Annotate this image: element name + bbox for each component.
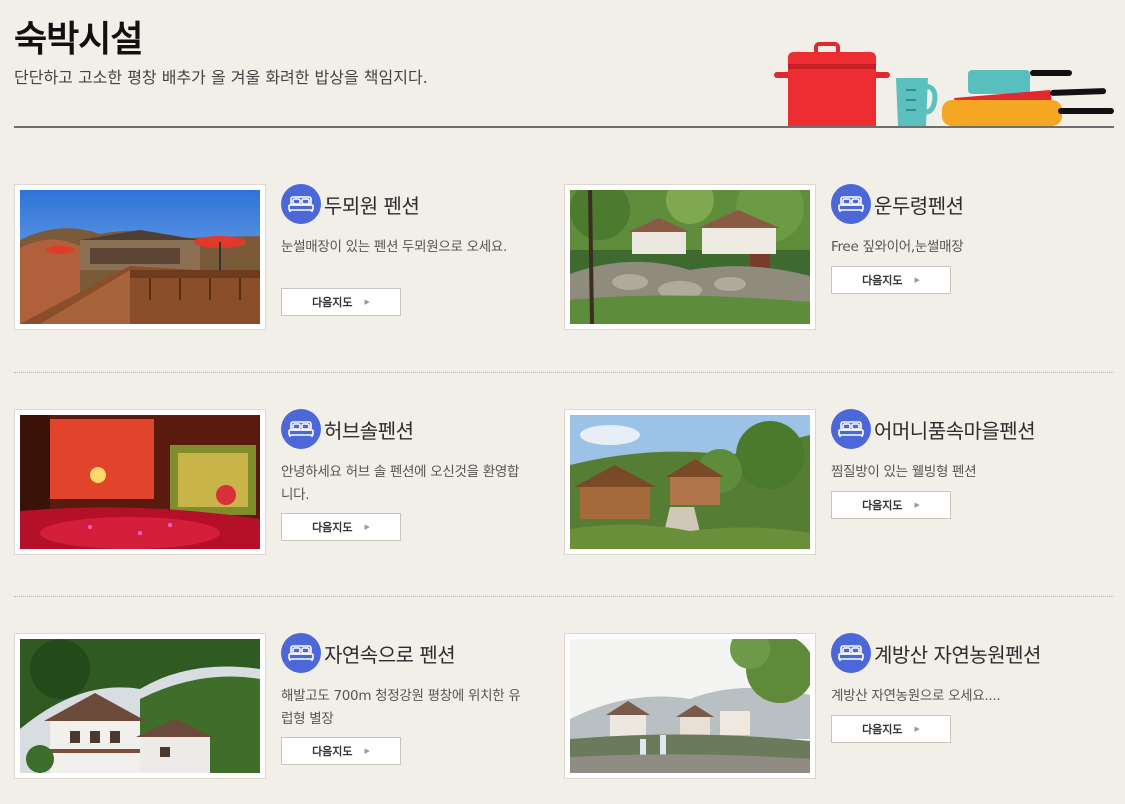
listing-title: 계방산 자연농원펜션 — [831, 633, 1125, 673]
listing-card: 운두령펜션 Free 짚와이어,눈썰매장 다음지도 ▶ — [564, 184, 1104, 330]
listing-name[interactable]: 어머니품속마을펜션 — [874, 415, 1036, 444]
cookware-illustration — [774, 42, 1114, 126]
row-divider — [14, 596, 1114, 597]
listing-description: 해발고도 700m 청정강원 평창에 위치한 유럽형 별장 — [281, 688, 521, 727]
nature-farm-photo — [570, 639, 810, 773]
daum-map-button[interactable]: 다음지도 ▶ — [831, 715, 951, 743]
listing-title: 운두령펜션 — [831, 184, 1125, 224]
button-label: 다음지도 — [862, 499, 903, 512]
page-title: 숙박시설 — [14, 19, 143, 60]
village-cabin-photo — [570, 415, 810, 549]
button-label: 다음지도 — [312, 296, 353, 309]
listing-title: 자연속으로 펜션 — [281, 633, 581, 673]
arrow-right-icon: ▶ — [364, 298, 370, 306]
listing-description: 눈썰매장이 있는 펜션 두뫼원으로 오세요. — [281, 239, 507, 255]
listing-description: Free 짚와이어,눈썰매장 — [831, 239, 964, 255]
listing-name[interactable]: 계방산 자연농원펜션 — [874, 639, 1041, 668]
listing-photo[interactable] — [14, 409, 266, 555]
listing-title: 어머니품속마을펜션 — [831, 409, 1125, 449]
listing-description: 안녕하세요 허브 솔 펜션에 오신것을 환영합니다. — [281, 464, 520, 503]
pension-forest-photo — [570, 190, 810, 324]
listing-card: 계방산 자연농원펜션 계방산 자연농원으로 오세요.... 다음지도 ▶ — [564, 633, 1104, 779]
pension-deck-photo — [20, 190, 260, 324]
header-divider — [14, 126, 1114, 128]
listing-row: 자연속으로 펜션 해발고도 700m 청정강원 평창에 위치한 유럽형 별장 다… — [14, 633, 1114, 803]
arrow-right-icon: ▶ — [914, 276, 920, 284]
daum-map-button[interactable]: 다음지도 ▶ — [281, 288, 401, 316]
listing-name[interactable]: 두뫼원 펜션 — [324, 190, 420, 219]
european-villa-photo — [20, 639, 260, 773]
button-label: 다음지도 — [862, 723, 903, 736]
button-label: 다음지도 — [312, 745, 353, 758]
bed-icon — [281, 184, 321, 224]
listing-card: 허브솔펜션 안녕하세요 허브 솔 펜션에 오신것을 환영합니다. 다음지도 ▶ — [14, 409, 554, 555]
listing-photo[interactable] — [14, 184, 266, 330]
arrow-right-icon: ▶ — [364, 523, 370, 531]
listing-name[interactable]: 허브솔펜션 — [324, 415, 414, 444]
page-header: 숙박시설 단단하고 고소한 평창 배추가 올 겨울 화려한 밥상을 책임지다. — [14, 0, 1114, 128]
listing-description: 찜질방이 있는 웰빙형 펜션 — [831, 464, 977, 480]
listing-title: 두뫼원 펜션 — [281, 184, 581, 224]
daum-map-button[interactable]: 다음지도 ▶ — [831, 491, 951, 519]
bed-icon — [831, 184, 871, 224]
bed-icon — [281, 409, 321, 449]
listing-card: 어머니품속마을펜션 찜질방이 있는 웰빙형 펜션 다음지도 ▶ — [564, 409, 1104, 555]
listing-photo[interactable] — [564, 633, 816, 779]
listing-photo[interactable] — [564, 409, 816, 555]
button-label: 다음지도 — [312, 521, 353, 534]
listing-row: 허브솔펜션 안녕하세요 허브 솔 펜션에 오신것을 환영합니다. 다음지도 ▶ — [14, 409, 1114, 579]
bed-icon — [831, 409, 871, 449]
daum-map-button[interactable]: 다음지도 ▶ — [281, 737, 401, 765]
arrow-right-icon: ▶ — [914, 501, 920, 509]
bed-icon — [831, 633, 871, 673]
row-divider — [14, 372, 1114, 373]
arrow-right-icon: ▶ — [364, 747, 370, 755]
button-label: 다음지도 — [862, 274, 903, 287]
bed-icon — [281, 633, 321, 673]
daum-map-button[interactable]: 다음지도 ▶ — [831, 266, 951, 294]
listing-photo[interactable] — [564, 184, 816, 330]
herb-spa-photo — [20, 415, 260, 549]
daum-map-button[interactable]: 다음지도 ▶ — [281, 513, 401, 541]
listing-description: 계방산 자연농원으로 오세요.... — [831, 688, 1001, 704]
listing-name[interactable]: 자연속으로 펜션 — [324, 639, 456, 668]
listing-row: 두뫼원 펜션 눈썰매장이 있는 펜션 두뫼원으로 오세요. 다음지도 ▶ 운두령… — [14, 184, 1114, 354]
listing-card: 자연속으로 펜션 해발고도 700m 청정강원 평창에 위치한 유럽형 별장 다… — [14, 633, 554, 779]
page-subtitle: 단단하고 고소한 평창 배추가 올 겨울 화려한 밥상을 책임지다. — [14, 68, 428, 87]
listing-photo[interactable] — [14, 633, 266, 779]
listing-title: 허브솔펜션 — [281, 409, 581, 449]
arrow-right-icon: ▶ — [914, 725, 920, 733]
listing-card: 두뫼원 펜션 눈썰매장이 있는 펜션 두뫼원으로 오세요. 다음지도 ▶ — [14, 184, 554, 330]
listing-name[interactable]: 운두령펜션 — [874, 190, 964, 219]
